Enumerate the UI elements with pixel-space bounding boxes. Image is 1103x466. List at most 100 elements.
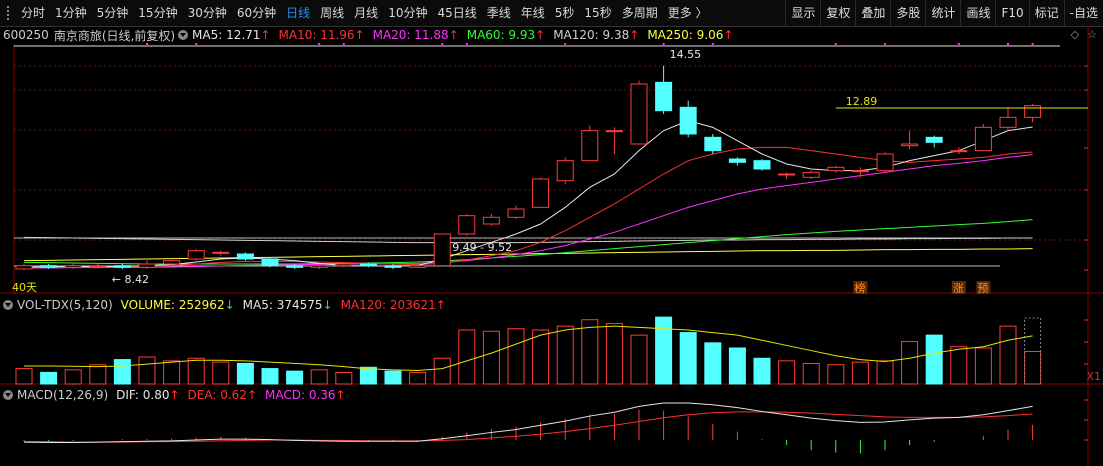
candle-body <box>802 171 820 178</box>
volume-bar <box>359 366 377 385</box>
volume-axis-label: X1 <box>1086 370 1101 383</box>
candle-body <box>704 136 722 152</box>
candle-body <box>556 160 574 182</box>
top-dot <box>884 43 886 45</box>
top-dot <box>342 43 345 45</box>
volume-bar <box>409 371 427 385</box>
ma5-line <box>23 120 1033 268</box>
candle-body <box>630 83 648 145</box>
volume-bar <box>261 368 279 385</box>
candle-body <box>532 178 550 208</box>
top-dot <box>146 43 148 45</box>
volume-bar <box>974 347 992 385</box>
high-price-label: 14.55 <box>670 48 702 61</box>
candle-body <box>458 215 476 235</box>
candle-body <box>999 116 1017 128</box>
candle-body <box>753 160 771 170</box>
candle-body <box>925 136 943 143</box>
days-label: 40天 <box>12 281 37 294</box>
candle-body <box>827 166 845 172</box>
candle-body <box>89 265 107 268</box>
low-price-label: ← 8.42 <box>112 273 149 286</box>
candle-body <box>581 130 599 162</box>
top-dot <box>711 43 714 45</box>
volume-bar <box>482 330 500 385</box>
volume-bar <box>851 361 869 385</box>
candle-body <box>236 253 254 260</box>
event-marker-label: 预 <box>977 282 988 295</box>
candle-body <box>974 126 992 152</box>
candle-body <box>655 81 673 112</box>
volume-bar <box>212 361 230 385</box>
volume-bar <box>704 342 722 385</box>
volume-bar <box>655 316 673 385</box>
volume-bar <box>679 332 697 385</box>
top-dot <box>1007 43 1009 45</box>
candle-body <box>851 170 869 173</box>
volume-bar <box>827 364 845 385</box>
top-dot <box>834 43 837 45</box>
candle-body <box>163 260 181 265</box>
ma60-line <box>23 219 1033 265</box>
volume-bar <box>40 371 58 385</box>
volume-bar <box>1024 350 1042 385</box>
volume-bar <box>310 369 328 385</box>
volume-bar <box>384 370 402 385</box>
candle-body <box>605 130 623 133</box>
top-dot <box>318 43 321 45</box>
volume-bar <box>999 325 1017 385</box>
candle-body <box>433 233 451 267</box>
candle-body <box>212 251 230 254</box>
candle-body <box>138 263 156 268</box>
ma250-line <box>23 248 1033 262</box>
candle-body <box>261 258 279 267</box>
volume-bar <box>433 357 451 385</box>
candle-body <box>1024 105 1042 118</box>
kline-chart[interactable]: 14.55 ← 8.42 9.49 - 9.52 12.89 40天 榜 涨预 <box>0 0 1103 466</box>
ma20-line <box>24 154 1033 269</box>
volume-bar <box>925 334 943 385</box>
volume-bar <box>901 341 919 385</box>
volume-bar <box>753 357 771 385</box>
range-label: 9.49 - 9.52 <box>452 241 512 254</box>
dif-line <box>23 402 1033 444</box>
volume-bar <box>876 360 894 385</box>
volume-bar <box>89 364 107 385</box>
candle-body <box>113 265 131 268</box>
candle-body <box>384 265 402 268</box>
volume-bar <box>950 346 968 385</box>
volume-bar <box>138 356 156 385</box>
candle-body <box>64 265 82 268</box>
volume-bar <box>187 357 205 385</box>
candle-body <box>728 158 746 163</box>
volume-bar <box>64 369 82 385</box>
candle-body <box>286 265 304 268</box>
candle-body <box>409 265 427 268</box>
top-dot <box>465 43 468 45</box>
candle-body <box>679 106 697 135</box>
candle-body <box>359 263 377 267</box>
volume-bar <box>286 370 304 385</box>
candle-body <box>876 153 894 172</box>
volume-bar <box>581 319 599 385</box>
top-dot <box>662 43 665 45</box>
volume-bar <box>113 359 131 385</box>
top-dot <box>441 43 444 45</box>
volume-bar <box>630 334 648 385</box>
candle-body <box>187 250 205 260</box>
volume-bar <box>15 368 33 385</box>
event-marker-label: 榜 <box>854 281 865 295</box>
volume-bar <box>236 362 254 385</box>
candle-body <box>507 208 525 218</box>
volume-bar <box>163 360 181 385</box>
top-dot <box>564 43 567 45</box>
candle-body <box>778 173 796 176</box>
candle-body <box>950 150 968 153</box>
volume-bar <box>605 323 623 385</box>
volume-bar <box>802 362 820 385</box>
volume-bar <box>458 329 476 385</box>
top-dot <box>957 43 960 45</box>
candle-body <box>15 265 33 270</box>
top-dot <box>195 43 198 45</box>
volume-bar <box>778 360 796 385</box>
